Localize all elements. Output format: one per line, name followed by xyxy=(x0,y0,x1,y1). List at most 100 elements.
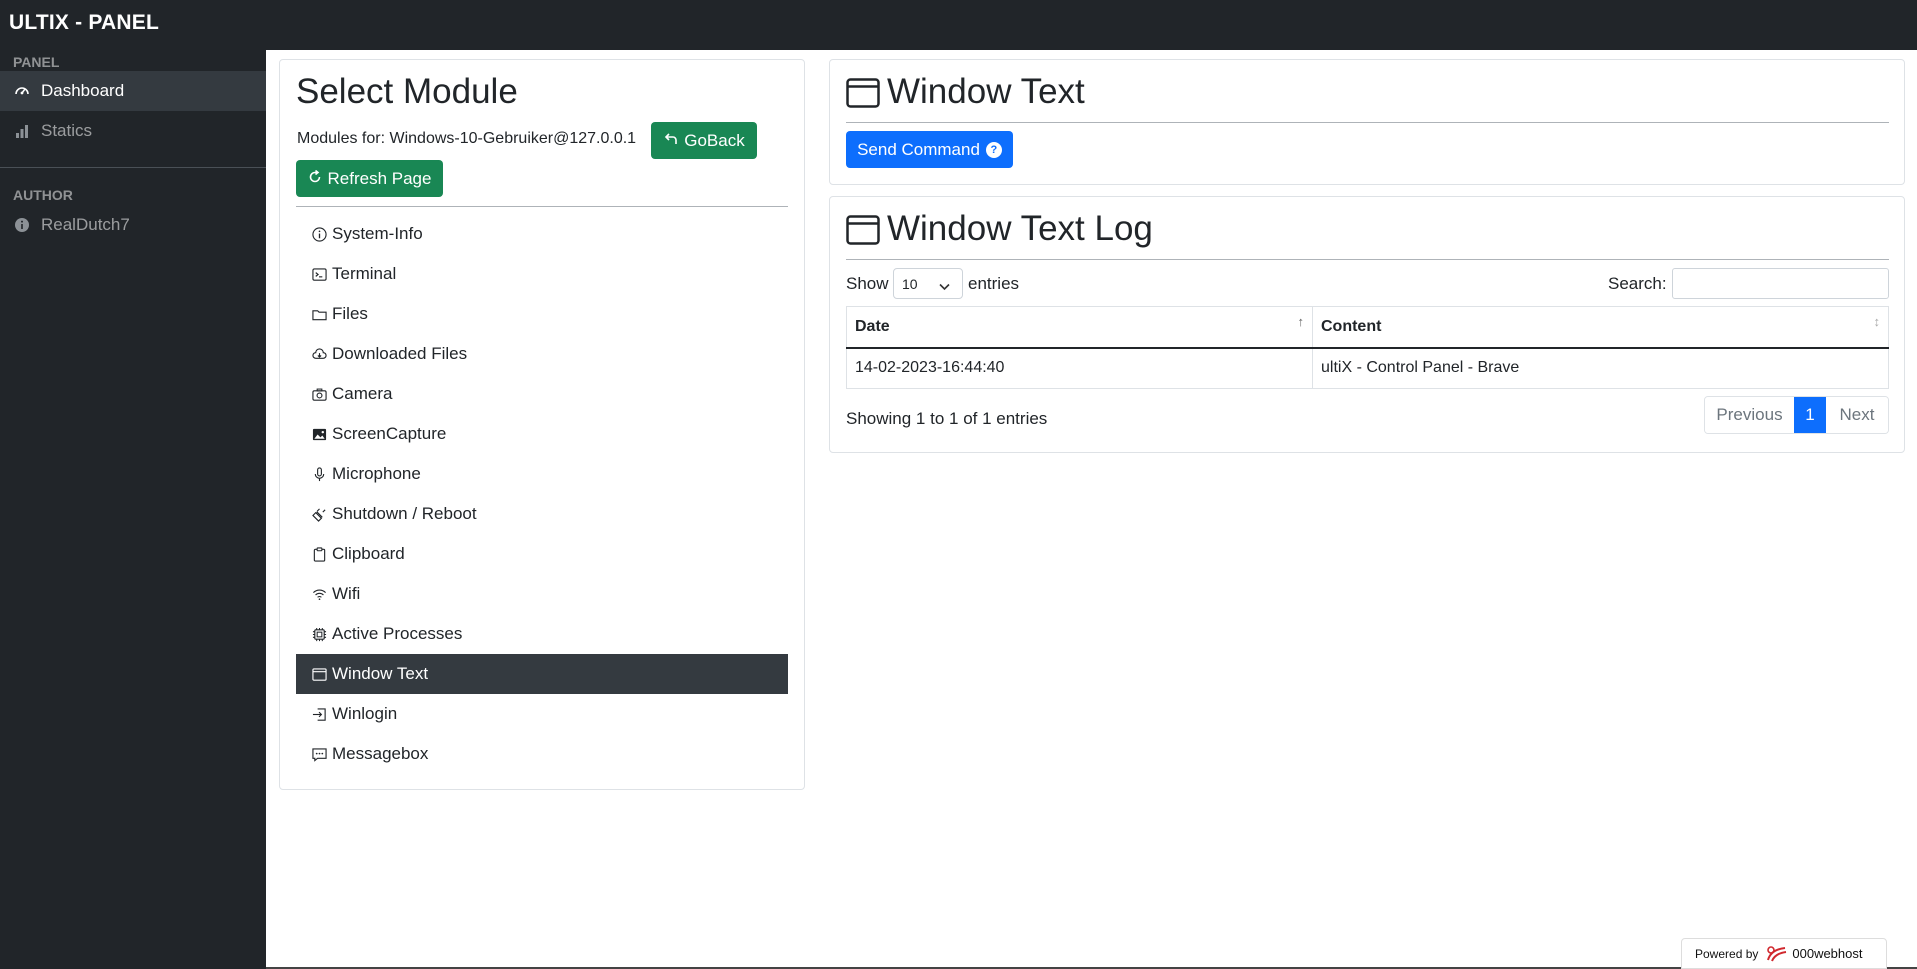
goback-label: GoBack xyxy=(684,130,745,150)
window-text-log-table: Date ↑ Content ↕ 14-02-2023-16:44:40 ult… xyxy=(846,306,1889,389)
module-item-files[interactable]: Files xyxy=(296,294,788,334)
sort-both-icon: ↕ xyxy=(1873,314,1881,329)
select-module-card: Select Module Modules for: Windows-10-Ge… xyxy=(279,59,805,790)
host-name: 000webhost xyxy=(1792,946,1863,961)
sidebar-item-dashboard[interactable]: Dashboard xyxy=(0,71,266,111)
sidebar: PANEL Dashboard Statics AUTHOR RealDutch… xyxy=(0,50,266,969)
module-label: Winlogin xyxy=(332,704,398,723)
module-item-clipboard[interactable]: Clipboard xyxy=(296,534,788,574)
table-info: Showing 1 to 1 of 1 entries xyxy=(846,409,1048,428)
table-row[interactable]: 14-02-2023-16:44:40 ultiX - Control Pane… xyxy=(846,347,1889,389)
speedometer-icon xyxy=(13,82,31,100)
page-size-select[interactable]: 10 xyxy=(893,268,963,299)
sidebar-heading-panel: PANEL xyxy=(13,54,60,70)
show-label: Show xyxy=(846,274,889,293)
window-text-log-title: Window Text Log xyxy=(887,209,1153,248)
section-divider xyxy=(296,206,788,207)
powered-by-label: Powered by xyxy=(1695,946,1759,961)
section-divider xyxy=(846,259,1889,260)
module-label: Messagebox xyxy=(332,744,429,763)
send-command-label: Send Command xyxy=(857,139,980,159)
select-module-title: Select Module xyxy=(296,72,518,111)
send-command-button[interactable]: Send Command ? xyxy=(846,131,1013,168)
page-size-value: 10 xyxy=(902,275,918,292)
column-header-content[interactable]: Content ↕ xyxy=(1312,306,1889,349)
chevron-down-icon xyxy=(939,278,950,294)
window-text-title: Window Text xyxy=(887,72,1085,111)
window-icon xyxy=(846,78,880,113)
sidebar-item-label: Dashboard xyxy=(41,81,125,100)
refresh-icon xyxy=(308,169,322,189)
chat-icon xyxy=(311,746,327,762)
help-icon: ? xyxy=(985,141,1002,158)
terminal-icon xyxy=(311,266,327,282)
module-label: System-Info xyxy=(332,224,423,243)
mic-icon xyxy=(311,466,327,482)
window-text-log-card: Window Text Log Show 10 entries Search: … xyxy=(829,196,1905,453)
module-item-wifi[interactable]: Wifi xyxy=(296,574,788,614)
top-navbar: ULTIX - PANEL xyxy=(0,0,1917,50)
refresh-label: Refresh Page xyxy=(327,168,432,188)
sidebar-divider xyxy=(0,167,266,168)
module-label: Downloaded Files xyxy=(332,344,468,363)
wifi-icon xyxy=(311,586,327,602)
sidebar-item-label: Statics xyxy=(41,121,93,140)
module-item-messagebox[interactable]: Messagebox xyxy=(296,734,788,774)
pagination: Previous 1 Next xyxy=(1704,396,1889,434)
module-item-active-processes[interactable]: Active Processes xyxy=(296,614,788,654)
camera-icon xyxy=(311,386,327,402)
pagination-next[interactable]: Next xyxy=(1826,397,1888,433)
module-item-camera[interactable]: Camera xyxy=(296,374,788,414)
column-header-label: Content xyxy=(1321,317,1382,335)
module-label: Shutdown / Reboot xyxy=(332,504,477,523)
login-icon xyxy=(311,706,327,722)
info-icon xyxy=(311,226,327,242)
cell-content: ultiX - Control Panel - Brave xyxy=(1312,347,1889,389)
window-text-card: Window Text Send Command ? xyxy=(829,59,1905,185)
host-logo-icon xyxy=(1766,945,1788,963)
return-arrow-icon xyxy=(663,131,678,151)
module-label: Active Processes xyxy=(332,624,463,643)
module-item-screencapture[interactable]: ScreenCapture xyxy=(296,414,788,454)
column-header-date[interactable]: Date ↑ xyxy=(846,306,1313,349)
sort-asc-icon: ↑ xyxy=(1297,314,1305,329)
cpu-icon xyxy=(311,626,327,642)
module-item-microphone[interactable]: Microphone xyxy=(296,454,788,494)
module-label: Files xyxy=(332,304,368,323)
cell-date: 14-02-2023-16:44:40 xyxy=(846,347,1313,389)
window-icon xyxy=(311,666,327,682)
search-label: Search: xyxy=(1608,274,1667,293)
sidebar-item-statics[interactable]: Statics xyxy=(0,111,266,151)
module-item-window-text[interactable]: Window Text xyxy=(296,654,788,694)
column-header-label: Date xyxy=(855,317,890,335)
app-title[interactable]: ULTIX - PANEL xyxy=(9,11,159,35)
powered-by-badge[interactable]: Powered by 000webhost xyxy=(1681,938,1887,969)
pagination-page-1[interactable]: 1 xyxy=(1794,397,1826,433)
bar-chart-icon xyxy=(13,122,31,140)
module-item-terminal[interactable]: Terminal xyxy=(296,254,788,294)
search-input[interactable] xyxy=(1672,268,1889,299)
module-item-system-info[interactable]: System-Info xyxy=(296,214,788,254)
window-icon xyxy=(846,215,880,250)
section-divider xyxy=(846,122,1889,123)
image-icon xyxy=(311,426,327,442)
module-label: Wifi xyxy=(332,584,361,603)
clipboard-icon xyxy=(311,546,327,562)
module-item-downloaded-files[interactable]: Downloaded Files xyxy=(296,334,788,374)
module-label: Clipboard xyxy=(332,544,405,563)
folder-icon xyxy=(311,306,327,322)
module-item-shutdown-reboot[interactable]: Shutdown / Reboot xyxy=(296,494,788,534)
goback-button[interactable]: GoBack xyxy=(651,122,757,159)
info-circle-icon xyxy=(13,216,31,234)
entries-label: entries xyxy=(968,274,1020,293)
table-header-row: Date ↑ Content ↕ xyxy=(846,306,1889,349)
pagination-previous[interactable]: Previous xyxy=(1705,397,1794,433)
plug-icon xyxy=(311,506,327,522)
modules-for-text: Modules for: Windows-10-Gebruiker@127.0.… xyxy=(297,130,637,147)
module-label: Microphone xyxy=(332,464,421,483)
module-label: Camera xyxy=(332,384,393,403)
module-item-winlogin[interactable]: Winlogin xyxy=(296,694,788,734)
sidebar-heading-author: AUTHOR xyxy=(13,187,73,203)
refresh-page-button[interactable]: Refresh Page xyxy=(296,160,443,197)
sidebar-item-author[interactable]: RealDutch7 xyxy=(0,205,266,245)
